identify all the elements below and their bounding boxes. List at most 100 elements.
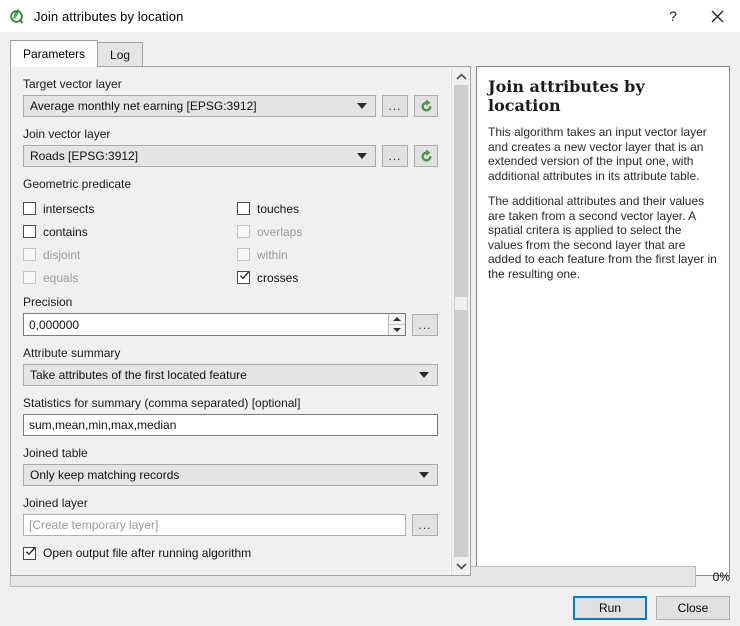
joined-layer-browse-button[interactable]: ...	[412, 514, 438, 536]
help-paragraph-2: The additional attributes and their valu…	[488, 194, 717, 281]
checkbox-label: disjoint	[43, 247, 81, 262]
algorithm-help-panel: Join attributes by location This algorit…	[476, 66, 730, 576]
chevron-down-icon	[357, 103, 367, 109]
target-layer-browse-button[interactable]: ...	[382, 95, 408, 117]
parameters-scroll-content: Target vector layer Average monthly net …	[11, 67, 450, 575]
scroll-down-button[interactable]	[452, 557, 470, 574]
precision-value: 0,000000	[29, 317, 80, 332]
parameters-panel: Target vector layer Average monthly net …	[10, 66, 471, 576]
attribute-summary-value: Take attributes of the first located fea…	[30, 368, 247, 382]
checkbox-touches[interactable]: touches	[237, 197, 438, 220]
progress-percent: 0%	[712, 569, 730, 584]
statistics-row: sum,mean,min,max,median	[23, 414, 438, 436]
title-bar: Join attributes by location ?	[0, 0, 740, 32]
statistics-label: Statistics for summary (comma separated)…	[23, 396, 301, 410]
open-output-label: Open output file after running algorithm	[43, 546, 252, 560]
stepper-up-button[interactable]	[389, 314, 405, 325]
statistics-input[interactable]: sum,mean,min,max,median	[23, 414, 438, 436]
checkbox-box	[237, 202, 250, 215]
checkbox-crosses[interactable]: crosses	[237, 266, 438, 289]
checkbox-box	[237, 271, 250, 284]
checkbox-box	[23, 248, 36, 261]
statistics-value: sum,mean,min,max,median	[29, 418, 177, 432]
checkbox-contains[interactable]: contains	[23, 220, 237, 243]
checkmark-icon	[239, 271, 250, 280]
checkbox-intersects[interactable]: intersects	[23, 197, 237, 220]
join-layer-value: Roads [EPSG:3912]	[30, 149, 139, 163]
chevron-down-icon	[455, 562, 467, 570]
checkbox-box	[237, 248, 250, 261]
chevron-up-icon	[455, 72, 467, 80]
attribute-summary-row: Take attributes of the first located fea…	[23, 364, 438, 386]
stepper-down-button[interactable]	[389, 325, 405, 335]
checkbox-label: intersects	[43, 201, 95, 216]
joined-layer-row: [Create temporary layer] ...	[23, 514, 438, 536]
checkbox-label: contains	[43, 224, 88, 239]
target-layer-refresh-button[interactable]	[414, 95, 438, 117]
join-layer-row: Roads [EPSG:3912] ...	[23, 145, 438, 167]
tab-strip: Parameters Log	[10, 40, 470, 67]
scrollbar-grip	[455, 297, 467, 310]
dialog-button-row: Run Close	[564, 596, 730, 620]
geometric-predicate-label: Geometric predicate	[23, 177, 132, 191]
scrollbar-thumb[interactable]	[454, 85, 468, 557]
chevron-down-icon	[419, 472, 429, 478]
close-icon[interactable]	[694, 0, 740, 32]
checkbox-box	[23, 202, 36, 215]
checkbox-box	[237, 225, 250, 238]
refresh-icon	[421, 149, 431, 161]
chevron-down-icon	[357, 153, 367, 159]
tab-parameters[interactable]: Parameters	[10, 40, 99, 67]
checkbox-within: within	[237, 243, 438, 266]
join-layer-label: Join vector layer	[23, 127, 111, 141]
checkbox-disjoint: disjoint	[23, 243, 237, 266]
join-layer-refresh-button[interactable]	[414, 145, 438, 167]
window-title: Join attributes by location	[34, 8, 184, 24]
precision-label: Precision	[23, 295, 73, 309]
geometric-predicate-group: intersects touches contains overlaps dis…	[23, 197, 438, 289]
run-button[interactable]: Run	[573, 596, 647, 620]
joined-table-value: Only keep matching records	[30, 468, 180, 482]
open-output-row[interactable]: Open output file after running algorithm	[23, 546, 438, 560]
join-layer-browse-button[interactable]: ...	[382, 145, 408, 167]
help-title: Join attributes by location	[488, 77, 645, 115]
attribute-summary-combo[interactable]: Take attributes of the first located fea…	[23, 364, 438, 386]
refresh-icon	[421, 99, 431, 111]
triangle-up-icon	[393, 317, 401, 321]
checkbox-label: touches	[257, 201, 300, 216]
chevron-down-icon	[419, 372, 429, 378]
dialog-body: Parameters Log Run as batch process... T…	[0, 32, 740, 626]
attribute-summary-label: Attribute summary	[23, 346, 121, 360]
checkbox-box	[23, 271, 36, 284]
checkbox-overlaps: overlaps	[237, 220, 438, 243]
joined-layer-input[interactable]: [Create temporary layer]	[23, 514, 406, 536]
join-layer-combo[interactable]: Roads [EPSG:3912]	[23, 145, 376, 167]
joined-table-row: Only keep matching records	[23, 464, 438, 486]
checkbox-box	[23, 225, 36, 238]
target-layer-combo[interactable]: Average monthly net earning [EPSG:3912]	[23, 95, 376, 117]
target-layer-row: Average monthly net earning [EPSG:3912] …	[23, 95, 438, 117]
scroll-up-button[interactable]	[452, 68, 470, 85]
checkbox-label: overlaps	[257, 224, 303, 239]
checkbox-open-output[interactable]: Open output file after running algorithm	[23, 546, 251, 560]
joined-table-combo[interactable]: Only keep matching records	[23, 464, 438, 486]
precision-stepper[interactable]	[388, 314, 405, 335]
precision-spinbox[interactable]: 0,000000	[23, 313, 406, 336]
help-paragraph-1: This algorithm takes an input vector lay…	[488, 125, 707, 183]
precision-browse-button[interactable]: ...	[412, 313, 438, 336]
help-button[interactable]: ?	[652, 0, 694, 32]
triangle-down-icon	[393, 328, 401, 332]
parameters-scrollbar[interactable]	[451, 67, 470, 575]
checkbox-label: within	[257, 247, 288, 262]
close-button[interactable]: Close	[656, 596, 730, 620]
tab-log[interactable]: Log	[97, 42, 144, 67]
checkbox-label: crosses	[257, 270, 299, 285]
checkbox-box	[23, 546, 36, 560]
checkbox-label: equals	[43, 270, 79, 285]
target-layer-value: Average monthly net earning [EPSG:3912]	[30, 99, 257, 113]
qgis-logo-icon	[8, 7, 26, 25]
joined-table-label: Joined table	[23, 446, 88, 460]
joined-layer-placeholder: [Create temporary layer]	[29, 518, 159, 532]
target-layer-label: Target vector layer	[23, 77, 122, 91]
checkmark-icon	[25, 547, 36, 555]
